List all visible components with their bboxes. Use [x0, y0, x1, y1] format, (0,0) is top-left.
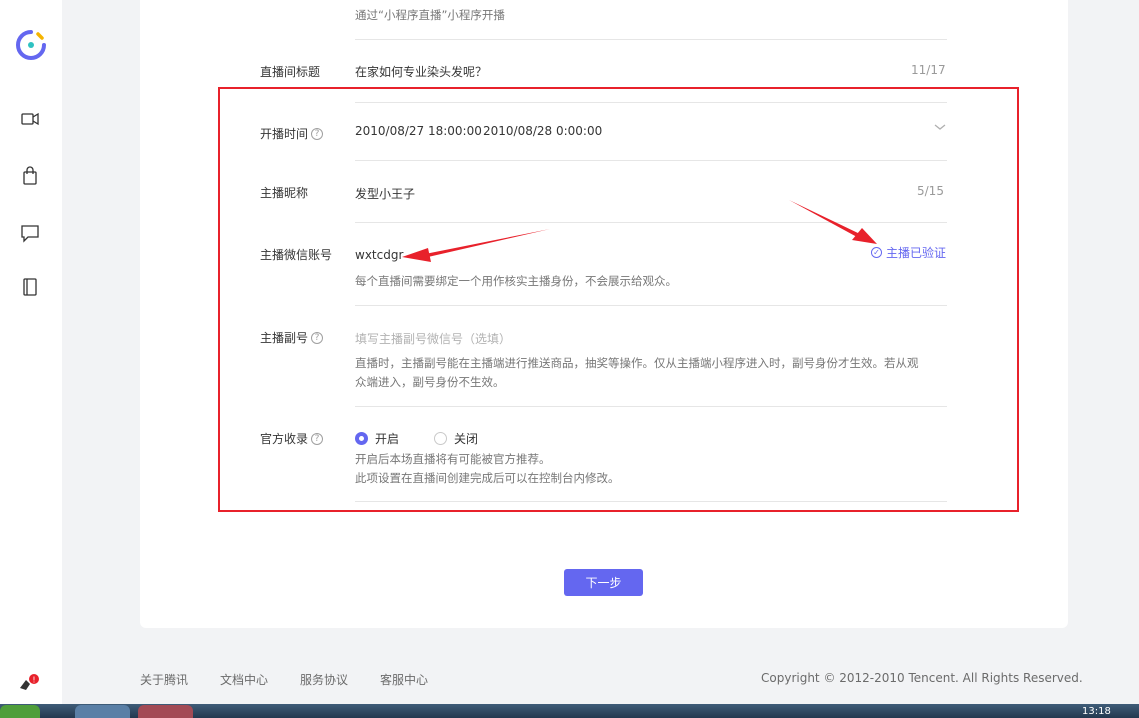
divider — [355, 39, 947, 40]
taskbar-app-media[interactable] — [138, 705, 193, 718]
live-video-icon[interactable] — [19, 108, 41, 130]
footer-link-terms[interactable]: 服务协议 — [300, 671, 348, 688]
annotation-box — [218, 87, 1019, 512]
taskbar-app-browser[interactable] — [75, 705, 130, 718]
start-button[interactable] — [0, 705, 40, 718]
title-input[interactable]: 在家如何专业染头发呢？ — [355, 63, 487, 80]
footer-link-support[interactable]: 客服中心 — [380, 671, 428, 688]
shopping-bag-icon[interactable] — [19, 165, 41, 187]
live-method-hint: 通过“小程序直播”小程序开播 — [355, 8, 505, 22]
svg-text:!: ! — [32, 676, 35, 685]
footer-link-about[interactable]: 关于腾讯 — [140, 671, 188, 688]
taskbar-clock: 13:18 — [1082, 706, 1111, 717]
next-button[interactable]: 下一步 — [564, 569, 643, 596]
title-counter: 11/17 — [911, 63, 946, 77]
title-label: 直播间标题 — [260, 65, 321, 79]
logo-icon[interactable] — [14, 28, 48, 62]
footer-link-docs[interactable]: 文档中心 — [220, 671, 268, 688]
book-icon[interactable] — [19, 276, 41, 298]
sidebar: ! — [0, 0, 62, 704]
notification-icon[interactable]: ! — [18, 674, 40, 692]
copyright: Copyright © 2012-2010 Tencent. All Right… — [761, 671, 1083, 685]
message-icon[interactable] — [19, 222, 41, 244]
